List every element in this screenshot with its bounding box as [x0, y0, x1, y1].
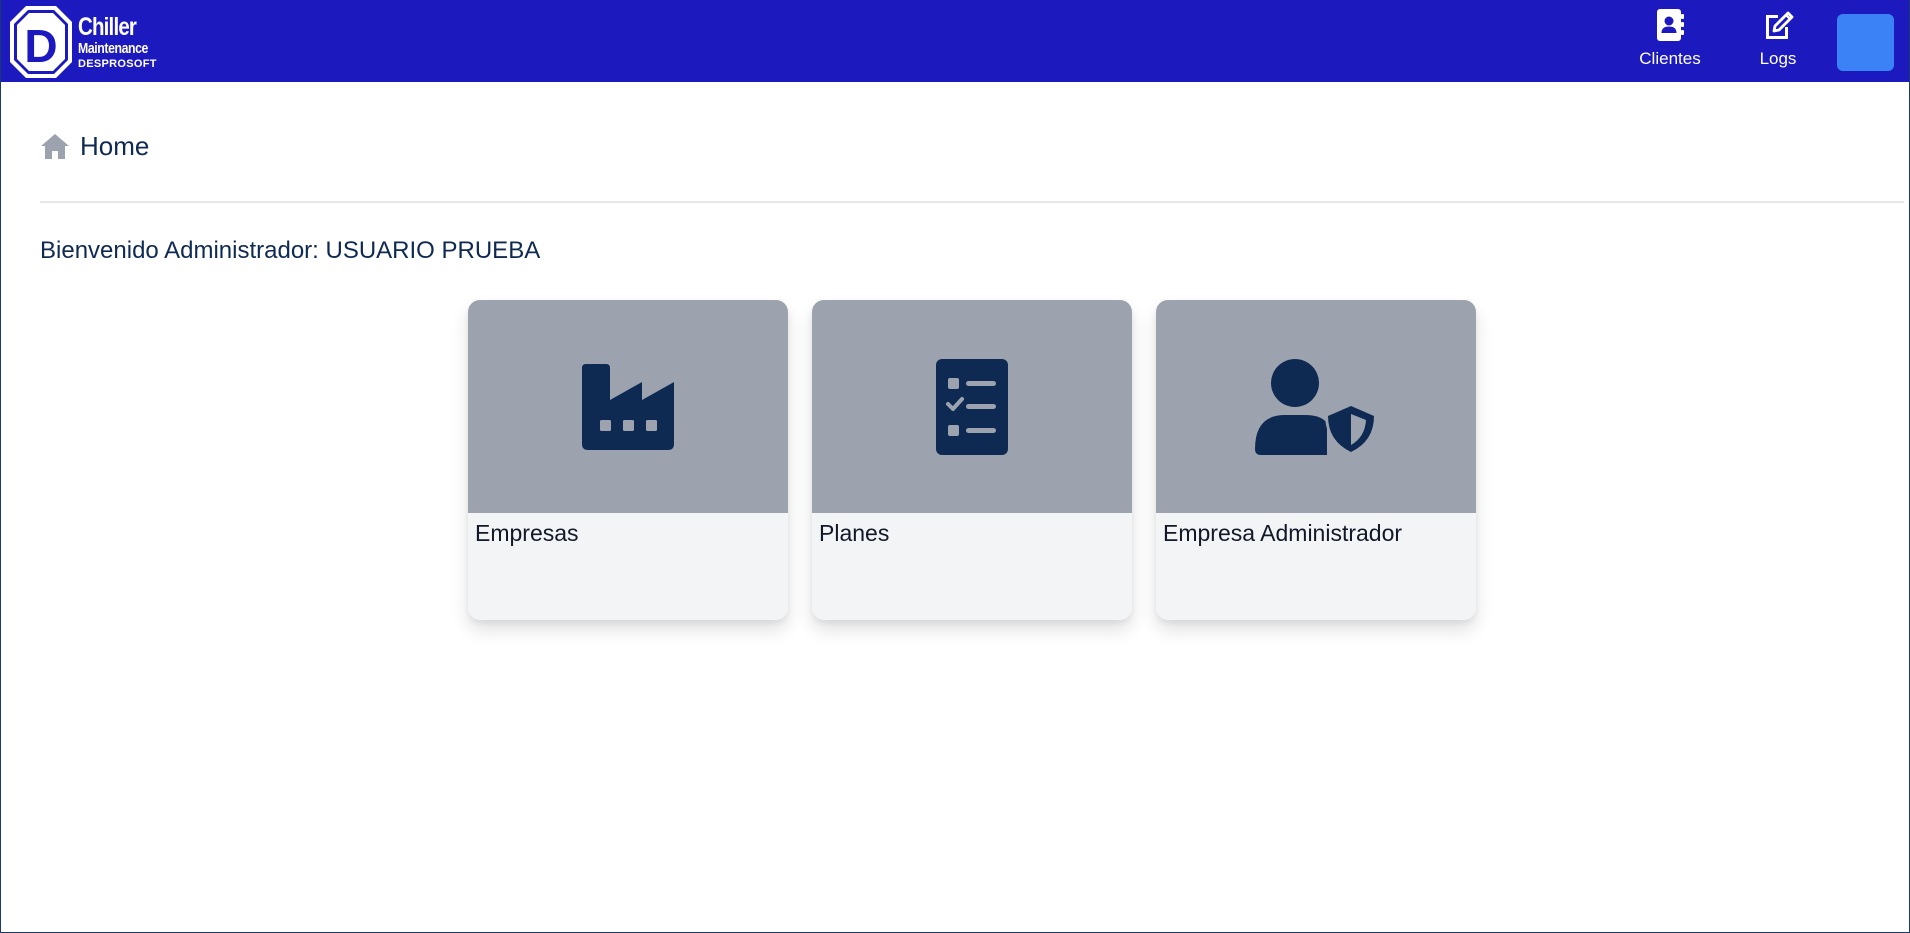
top-navbar: D Chiller Maintenance DESPROSOFT Cliente…: [0, 0, 1910, 82]
factory-icon: [582, 363, 674, 450]
nav-clientes-label: Clientes: [1639, 49, 1701, 68]
card-empresas-media: [468, 300, 788, 513]
card-empresa-administrador[interactable]: Empresa Administrador: [1156, 300, 1476, 620]
welcome-message: Bienvenido Administrador: USUARIO PRUEBA: [40, 237, 541, 264]
nav-logs-label: Logs: [1759, 49, 1797, 68]
user-avatar-button[interactable]: [1837, 14, 1894, 71]
card-planes-media: [812, 300, 1132, 513]
home-icon: [41, 134, 69, 159]
section-divider: [40, 201, 1904, 203]
user-shield-icon: [1255, 358, 1377, 455]
nav-logs[interactable]: Logs: [1748, 8, 1808, 74]
logo-line-1: Chiller: [78, 12, 137, 41]
logo-line-3: DESPROSOFT: [78, 57, 157, 70]
app-logo[interactable]: D Chiller Maintenance DESPROSOFT: [8, 4, 168, 80]
card-empresa-administrador-media: [1156, 300, 1476, 513]
svg-text:D: D: [24, 20, 57, 72]
card-empresas-title: Empresas: [475, 520, 579, 546]
card-planes-title: Planes: [819, 520, 890, 546]
nav-clientes[interactable]: Clientes: [1636, 8, 1704, 74]
card-empresas[interactable]: Empresas: [468, 300, 788, 620]
breadcrumb-home-link[interactable]: Home: [80, 131, 149, 162]
checklist-icon: [936, 358, 1008, 455]
breadcrumb: Home: [40, 130, 149, 162]
card-planes[interactable]: Planes: [812, 300, 1132, 620]
logo-wordmark: Chiller Maintenance DESPROSOFT: [78, 12, 163, 70]
logo-line-2: Maintenance: [78, 39, 148, 57]
card-empresa-administrador-title: Empresa Administrador: [1163, 520, 1403, 546]
logo-badge-icon: D: [10, 6, 72, 78]
address-book-icon: [1657, 9, 1684, 41]
edit-icon: [1766, 11, 1794, 39]
